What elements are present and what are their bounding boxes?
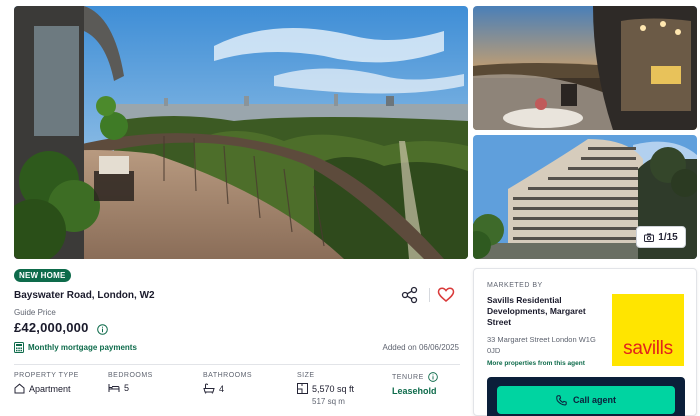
feature-label: PROPERTY TYPE bbox=[14, 372, 79, 379]
feature-value: 5 bbox=[124, 383, 130, 393]
mortgage-link-label: Monthly mortgage payments bbox=[28, 343, 137, 352]
agent-card: MARKETED BY Savills Residential Developm… bbox=[473, 268, 697, 416]
more-properties-link[interactable]: More properties from this agent bbox=[487, 360, 585, 367]
share-icon bbox=[401, 286, 418, 304]
calculator-icon bbox=[14, 342, 24, 353]
interior-terrace-image bbox=[473, 6, 697, 130]
house-icon bbox=[14, 383, 25, 394]
price: £42,000,000 bbox=[14, 320, 89, 335]
tenure-link[interactable]: Leasehold bbox=[392, 386, 437, 396]
floorplan-icon bbox=[297, 383, 308, 394]
guide-price-label: Guide Price bbox=[14, 308, 56, 317]
feature-label: BATHROOMS bbox=[203, 372, 253, 379]
photo-count-label: 1/15 bbox=[658, 231, 678, 243]
info-icon bbox=[97, 324, 108, 335]
agent-logo[interactable]: savills bbox=[612, 294, 684, 366]
share-button[interactable] bbox=[400, 286, 420, 304]
phone-icon bbox=[556, 394, 567, 406]
feature-value: Apartment bbox=[29, 383, 71, 394]
feature-property-type: PROPERTY TYPE Apartment bbox=[14, 372, 79, 394]
feature-size: SIZE 5,570 sq ft 517 sq m bbox=[297, 372, 354, 406]
added-date: Added on 06/06/2025 bbox=[382, 343, 459, 352]
bath-icon bbox=[203, 383, 215, 394]
info-icon[interactable] bbox=[427, 372, 438, 382]
main-photo[interactable] bbox=[14, 6, 468, 259]
feature-subvalue: 517 sq m bbox=[312, 397, 345, 406]
feature-value: 5,570 sq ft bbox=[312, 383, 355, 394]
feature-label: TENURE bbox=[392, 373, 424, 381]
heart-icon bbox=[437, 287, 455, 302]
key-features: PROPERTY TYPE Apartment BEDROOMS 5 BATHR… bbox=[14, 372, 464, 412]
new-home-badge: NEW HOME bbox=[14, 269, 71, 282]
feature-tenure: TENURE Leasehold bbox=[392, 372, 438, 396]
photo-count-button[interactable]: 1/15 bbox=[636, 226, 686, 248]
call-agent-panel: Call agent bbox=[487, 377, 685, 416]
call-agent-label: Call agent bbox=[572, 395, 616, 405]
feature-bedrooms: BEDROOMS 5 bbox=[108, 372, 153, 393]
action-divider bbox=[429, 288, 430, 302]
agent-name-link[interactable]: Savills Residential Developments, Margar… bbox=[487, 295, 597, 328]
balcony-park-view-image bbox=[14, 6, 468, 259]
save-favourite-button[interactable] bbox=[437, 286, 455, 304]
marketed-by-label: MARKETED BY bbox=[487, 282, 543, 289]
feature-value: 4 bbox=[219, 383, 225, 394]
camera-icon bbox=[644, 233, 655, 242]
property-address: Bayswater Road, London, W2 bbox=[14, 290, 155, 301]
price-info-icon[interactable] bbox=[97, 322, 108, 335]
section-divider bbox=[14, 364, 460, 365]
feature-label: SIZE bbox=[297, 372, 315, 379]
feature-bathrooms: BATHROOMS 4 bbox=[203, 372, 252, 394]
agent-logo-text: savills bbox=[623, 338, 673, 359]
agent-address: 33 Margaret Street London W1G 0JD bbox=[487, 335, 596, 355]
interior-photo[interactable] bbox=[473, 6, 697, 130]
call-agent-button[interactable]: Call agent bbox=[497, 386, 675, 414]
bed-icon bbox=[108, 384, 120, 392]
feature-label: BEDROOMS bbox=[108, 372, 153, 379]
mortgage-link[interactable]: Monthly mortgage payments bbox=[14, 342, 137, 353]
